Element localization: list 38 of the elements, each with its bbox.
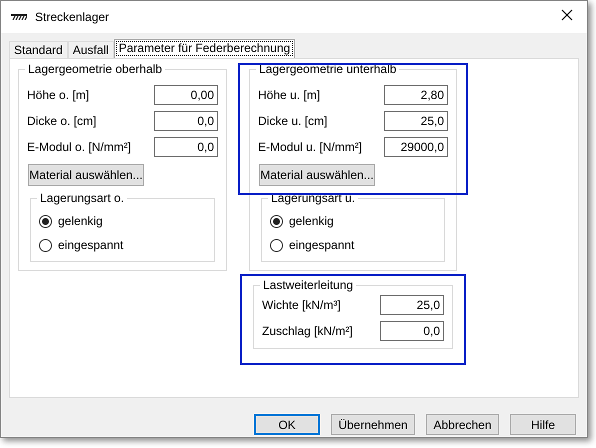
group-title: Lastweiterleitung xyxy=(260,278,356,292)
field-label: E-Modul o. [N/mm²] xyxy=(27,140,132,154)
window-title: Streckenlager xyxy=(35,10,110,24)
radio-label: gelenkig xyxy=(58,214,103,228)
dialog-button[interactable]: Hilfe xyxy=(510,414,576,435)
tab[interactable]: Parameter für Federberechnung xyxy=(114,39,296,58)
field-label: Höhe o. [m] xyxy=(27,88,90,102)
input-field[interactable]: 0,0 xyxy=(380,321,444,341)
input-field[interactable]: 0,0 xyxy=(154,137,218,157)
field-label: Dicke u. [cm] xyxy=(258,114,328,128)
tab[interactable]: Ausfall xyxy=(68,41,114,58)
input-field[interactable]: 0,0 xyxy=(154,111,218,131)
radio-label: gelenkig xyxy=(289,214,334,228)
input-field[interactable]: 25,0 xyxy=(384,111,448,131)
material-button[interactable]: Material auswählen... xyxy=(28,164,144,186)
radio-button[interactable] xyxy=(39,238,52,252)
material-button[interactable]: Material auswählen... xyxy=(259,164,375,186)
input-field[interactable]: 0,00 xyxy=(154,85,218,105)
radio-button[interactable] xyxy=(39,214,52,228)
field-label: Zuschlag [kN/m²] xyxy=(262,324,353,338)
tab[interactable]: Standard xyxy=(9,41,68,58)
field-label: Höhe u. [m] xyxy=(258,88,320,102)
radio-label: eingespannt xyxy=(58,238,124,252)
group-title: Lagerungsart o. xyxy=(37,191,128,205)
radio-button[interactable] xyxy=(270,238,283,252)
dialog-button[interactable]: Abbrechen xyxy=(426,414,499,435)
input-field[interactable]: 25,0 xyxy=(380,295,444,315)
dialog-button[interactable]: OK xyxy=(254,414,320,435)
spring-bearing-icon xyxy=(11,14,27,20)
field-label: E-Modul u. [N/mm²] xyxy=(258,140,362,154)
input-field[interactable]: 29000,0 xyxy=(384,137,448,157)
input-field[interactable]: 2,80 xyxy=(384,85,448,105)
field-label: Dicke o. [cm] xyxy=(27,114,96,128)
group-title: Lagergeometrie oberhalb xyxy=(25,62,166,76)
field-label: Wichte [kN/m³] xyxy=(262,298,341,312)
radio-label: eingespannt xyxy=(289,238,354,252)
radio-button[interactable] xyxy=(270,214,283,228)
dialog-button[interactable]: Übernehmen xyxy=(331,414,415,435)
